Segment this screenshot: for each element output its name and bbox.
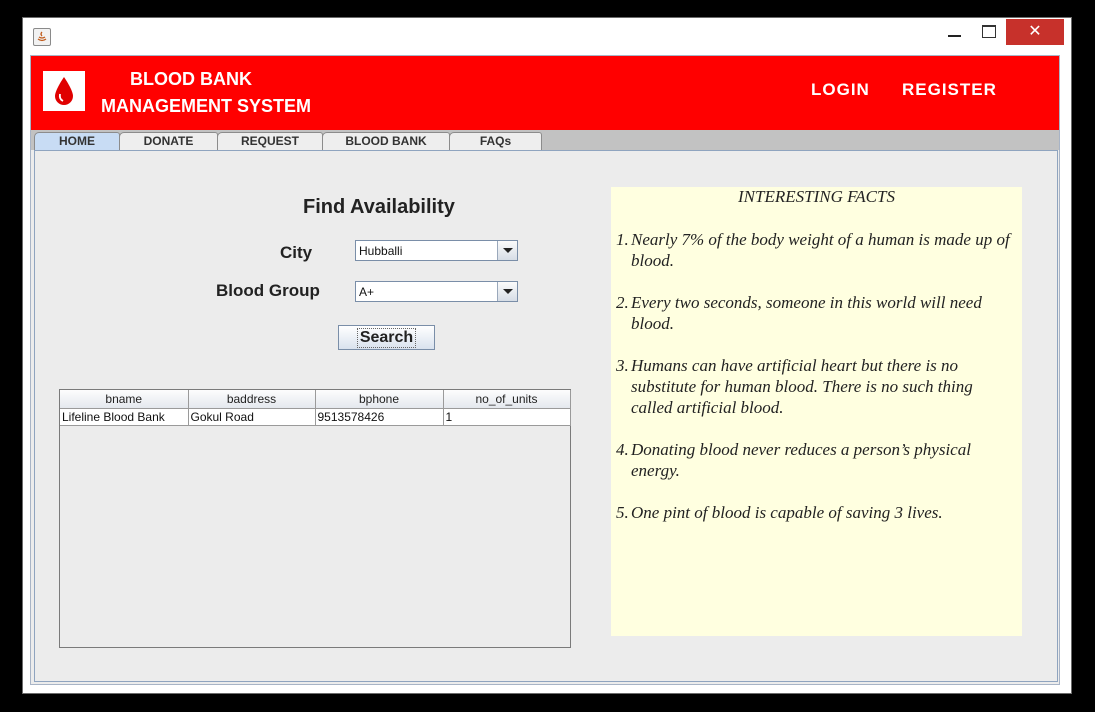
table-header-row: bname baddress bphone no_of_units xyxy=(60,390,571,409)
search-button-label: Search xyxy=(356,328,417,348)
close-button[interactable]: ✕ xyxy=(1006,19,1064,45)
blood-group-selected-value: A+ xyxy=(359,285,375,299)
cell-bphone[interactable]: 9513578426 xyxy=(315,408,444,426)
title-bar: ✕ xyxy=(23,18,1071,55)
tab-blood-bank[interactable]: BLOOD BANK xyxy=(322,132,450,150)
fact-number: 2. xyxy=(616,293,629,312)
fact-number: 1. xyxy=(616,230,629,249)
home-panel: Find Availability City Hubballi Blood Gr… xyxy=(34,150,1058,682)
facts-title: INTERESTING FACTS xyxy=(738,187,895,206)
city-select[interactable]: Hubballi xyxy=(355,240,518,261)
minimize-button[interactable] xyxy=(935,18,975,45)
fact-text: One pint of blood is capable of saving 3… xyxy=(631,503,943,522)
fact-text: Every two seconds, someone in this world… xyxy=(631,293,982,333)
fact-number: 3. xyxy=(616,356,629,375)
tab-faqs[interactable]: FAQs xyxy=(449,132,542,150)
city-label: City xyxy=(280,243,313,262)
fact-number: 5. xyxy=(616,503,629,522)
fact-item: 2. Every two seconds, someone in this wor… xyxy=(616,292,1014,334)
blood-group-select[interactable]: A+ xyxy=(355,281,518,302)
fact-item: 3. Humans can have artificial heart but t… xyxy=(616,355,1014,418)
app-title-line1: BLOOD BANK xyxy=(130,69,252,89)
main-frame: BLOOD BANK MANAGEMENT SYSTEM LOGIN REGIS… xyxy=(30,55,1060,685)
fact-item: 5. One pint of blood is capable of saving… xyxy=(616,502,1014,523)
chevron-down-icon[interactable] xyxy=(497,241,517,260)
column-header-baddress[interactable]: baddress xyxy=(188,390,316,409)
tab-home[interactable]: HOME xyxy=(34,132,120,150)
column-header-no-of-units[interactable]: no_of_units xyxy=(443,390,571,409)
app-window: ✕ BLOOD BANK MANAGEMENT SYSTEM LOGIN REG… xyxy=(22,17,1072,694)
results-table[interactable]: bname baddress bphone no_of_units Lifeli… xyxy=(59,389,571,648)
fact-item: 4. Donating blood never reduces a person’… xyxy=(616,439,1014,481)
logo xyxy=(43,71,85,111)
maximize-button[interactable] xyxy=(975,18,1005,45)
fact-number: 4. xyxy=(616,440,629,459)
blood-drop-icon xyxy=(55,77,73,105)
table-row[interactable]: Lifeline Blood Bank Gokul Road 951357842… xyxy=(60,408,571,426)
chevron-down-icon[interactable] xyxy=(497,282,517,301)
facts-list: 1. Nearly 7% of the body weight of a huma… xyxy=(616,229,1014,544)
fact-item: 1. Nearly 7% of the body weight of a huma… xyxy=(616,229,1014,271)
find-availability-title: Find Availability xyxy=(303,196,455,218)
tab-request[interactable]: REQUEST xyxy=(217,132,323,150)
blood-group-label: Blood Group xyxy=(216,281,320,300)
login-link[interactable]: LOGIN xyxy=(811,80,870,100)
tab-strip: HOME DONATE REQUEST BLOOD BANK FAQs xyxy=(31,130,1059,150)
city-selected-value: Hubballi xyxy=(359,244,403,258)
app-header: BLOOD BANK MANAGEMENT SYSTEM LOGIN REGIS… xyxy=(31,56,1059,130)
fact-text: Humans can have artificial heart but the… xyxy=(631,356,973,417)
java-app-icon[interactable] xyxy=(33,28,51,46)
cell-baddress[interactable]: Gokul Road xyxy=(188,408,316,426)
fact-text: Donating blood never reduces a person’s … xyxy=(631,440,971,480)
column-header-bname[interactable]: bname xyxy=(60,390,189,409)
register-link[interactable]: REGISTER xyxy=(902,80,997,100)
search-button[interactable]: Search xyxy=(338,325,435,350)
cell-no-of-units[interactable]: 1 xyxy=(443,408,571,426)
column-header-bphone[interactable]: bphone xyxy=(315,390,444,409)
interesting-facts-panel: INTERESTING FACTS 1. Nearly 7% of the bod… xyxy=(611,187,1022,636)
cell-bname[interactable]: Lifeline Blood Bank xyxy=(60,408,189,426)
tab-donate[interactable]: DONATE xyxy=(119,132,218,150)
fact-text: Nearly 7% of the body weight of a human … xyxy=(631,230,1010,270)
app-title-line2: MANAGEMENT SYSTEM xyxy=(101,96,312,116)
